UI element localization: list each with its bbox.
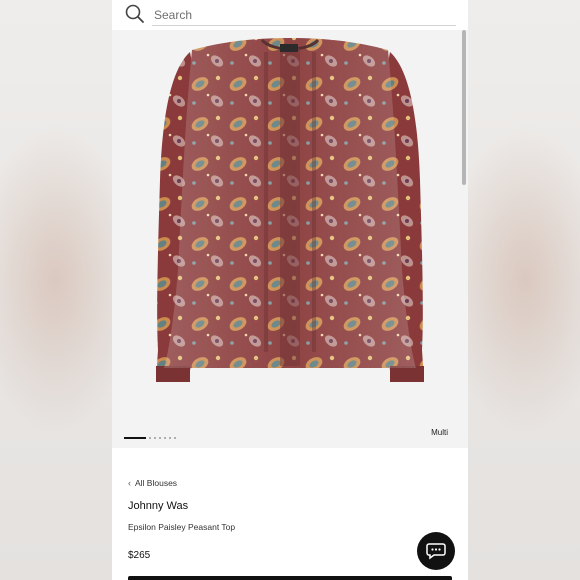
phone-screen: Multi ‹ All Blouses Johnny Was Epsilon P… xyxy=(112,0,468,580)
brand-name[interactable]: Johnny Was xyxy=(128,500,188,512)
product-price: $265 xyxy=(128,550,151,561)
chat-button[interactable] xyxy=(417,532,455,570)
add-to-bag-button[interactable] xyxy=(128,576,452,580)
search-input[interactable] xyxy=(154,6,454,24)
search-underline xyxy=(152,25,456,26)
chat-bubble-icon xyxy=(426,543,446,560)
product-details: ‹ All Blouses Johnny Was Epsilon Paisley… xyxy=(112,448,468,580)
search-bar xyxy=(112,0,468,30)
breadcrumb[interactable]: ‹ All Blouses xyxy=(128,478,177,488)
carousel-dot[interactable] xyxy=(164,437,166,439)
carousel-dot[interactable] xyxy=(149,437,151,439)
carousel-dot[interactable] xyxy=(174,437,176,439)
carousel-indicator[interactable] xyxy=(124,436,176,440)
carousel-dot-active[interactable] xyxy=(124,437,146,439)
carousel-dot[interactable] xyxy=(159,437,161,439)
scrollbar[interactable] xyxy=(462,30,466,185)
color-label: Multi xyxy=(431,428,448,437)
chevron-left-icon: ‹ xyxy=(128,478,131,488)
product-gallery[interactable]: Multi xyxy=(112,30,468,448)
product-title: Epsilon Paisley Peasant Top xyxy=(128,522,236,532)
breadcrumb-label[interactable]: All Blouses xyxy=(135,478,177,488)
carousel-dot[interactable] xyxy=(169,437,171,439)
carousel-dot[interactable] xyxy=(154,437,156,439)
search-icon[interactable] xyxy=(124,3,146,25)
product-image[interactable] xyxy=(112,30,468,430)
